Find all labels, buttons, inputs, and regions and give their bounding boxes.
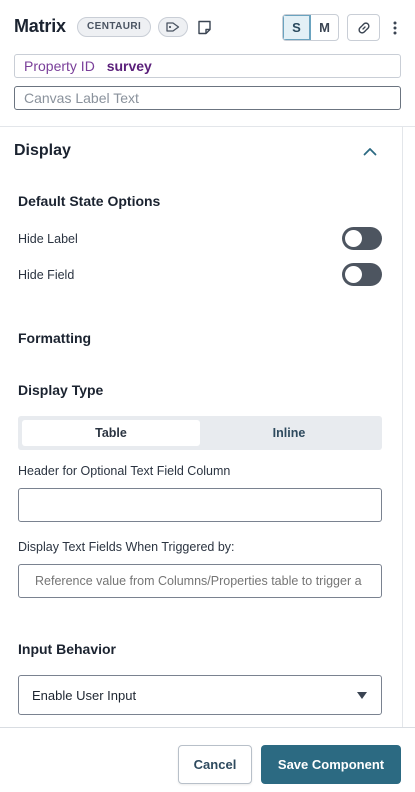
size-s-button[interactable]: S <box>283 15 311 40</box>
display-type-inline-option[interactable]: Inline <box>200 420 378 446</box>
toggle-knob <box>345 230 362 247</box>
input-behavior-select[interactable]: Enable User Input <box>18 675 382 715</box>
input-behavior-heading: Input Behavior <box>18 641 117 657</box>
chevron-down-icon <box>357 692 367 699</box>
hide-field-toggle[interactable] <box>342 263 382 286</box>
component-title: Matrix <box>14 16 66 36</box>
display-section-title[interactable]: Display <box>14 142 71 160</box>
property-id-field[interactable]: Property ID survey <box>14 54 401 78</box>
display-text-fields-label: Display Text Fields When Triggered by: <box>18 540 235 554</box>
property-id-value: survey <box>106 58 152 74</box>
footer-bar: Cancel Save Component <box>0 727 415 792</box>
display-text-fields-input[interactable] <box>18 564 382 598</box>
display-type-table-option[interactable]: Table <box>22 420 200 446</box>
default-state-heading: Default State Options <box>18 193 161 209</box>
chevron-up-icon[interactable] <box>359 142 381 160</box>
cancel-button[interactable]: Cancel <box>178 745 252 784</box>
canvas-label-input[interactable] <box>14 86 401 110</box>
display-type-segmented-control: Table Inline <box>18 416 382 450</box>
component-header: Matrix CENTAURI S M Property ID survey C… <box>0 0 415 127</box>
toggle-knob <box>345 266 362 283</box>
hide-field-text: Hide Field <box>18 268 75 282</box>
hide-label-toggle[interactable] <box>342 227 382 250</box>
link-icon[interactable] <box>347 14 380 41</box>
size-m-button[interactable]: M <box>311 15 338 40</box>
header-optional-input[interactable] <box>18 488 382 522</box>
property-id-label: Property ID <box>24 58 95 74</box>
input-behavior-value: Enable User Input <box>32 687 137 703</box>
note-icon[interactable] <box>196 18 212 36</box>
tag-icon[interactable] <box>158 17 188 37</box>
kebab-menu-icon[interactable] <box>386 14 404 41</box>
hide-label-text: Hide Label <box>18 232 78 246</box>
centauri-badge: CENTAURI <box>77 17 152 37</box>
header-optional-label: Header for Optional Text Field Column <box>18 464 231 478</box>
scrollbar-track[interactable] <box>402 127 403 727</box>
size-toggle-group: S M <box>282 14 339 41</box>
save-component-button[interactable]: Save Component <box>261 745 401 784</box>
display-type-heading: Display Type <box>18 382 104 398</box>
formatting-heading: Formatting <box>18 330 92 346</box>
